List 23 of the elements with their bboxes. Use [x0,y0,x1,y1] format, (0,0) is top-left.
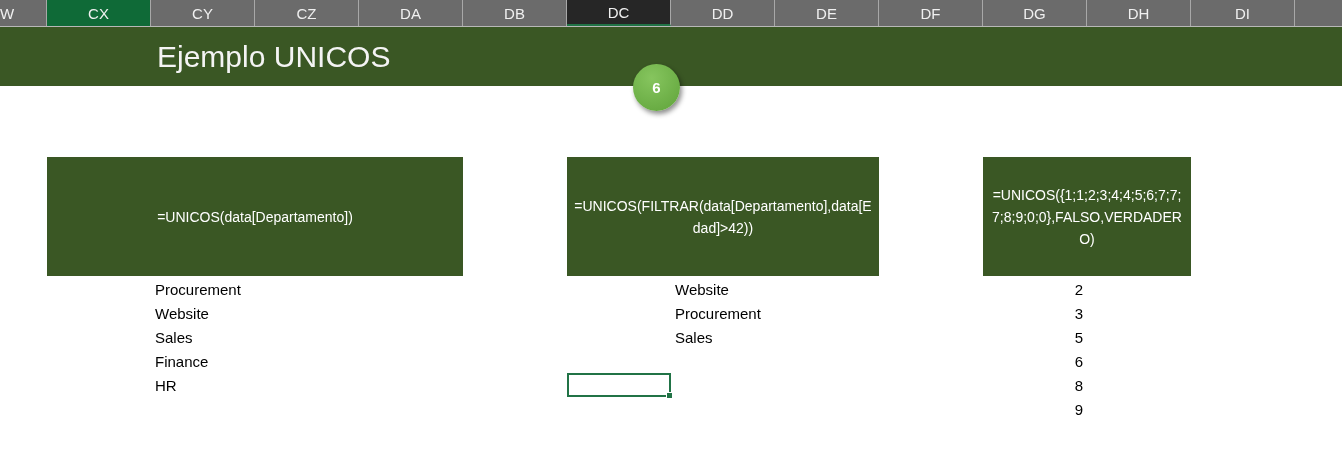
formula-header: =UNICOS(FILTRAR(data[Departamento],data[Edad]>42)) [567,157,879,276]
selected-cell[interactable] [567,373,671,397]
result-cell-text: 9 [1073,399,1084,420]
result-cell-text: 6 [1073,351,1084,372]
formula-header: =UNICOS({1;1;2;3;4;4;5;6;7;7;7;8;9;0;0},FALSO,VERDADERO) [983,157,1191,276]
result-cell-text: HR [154,375,178,396]
result-cell-text: Sales [154,327,194,348]
result-cell-text: Sales [674,327,714,348]
column-header[interactable]: W [0,0,47,26]
result-cell-text: 8 [1073,375,1084,396]
result-cell-text: 5 [1073,327,1084,348]
result-cell-text: Finance [154,351,210,372]
column-header[interactable]: DC [567,0,671,26]
fill-handle[interactable] [666,392,673,399]
result-cell-text: Procurement [674,303,762,324]
formula-header: =UNICOS(data[Departamento]) [47,157,463,276]
result-cell-text: Website [674,279,730,300]
sheet-title: Ejemplo UNICOS [157,39,391,74]
result-cell-text: 3 [1073,303,1084,324]
result-cell-text: Procurement [154,279,242,300]
column-header[interactable]: CX [47,0,151,26]
result-cell-text: 2 [1073,279,1084,300]
result-cell-text: Website [154,303,210,324]
